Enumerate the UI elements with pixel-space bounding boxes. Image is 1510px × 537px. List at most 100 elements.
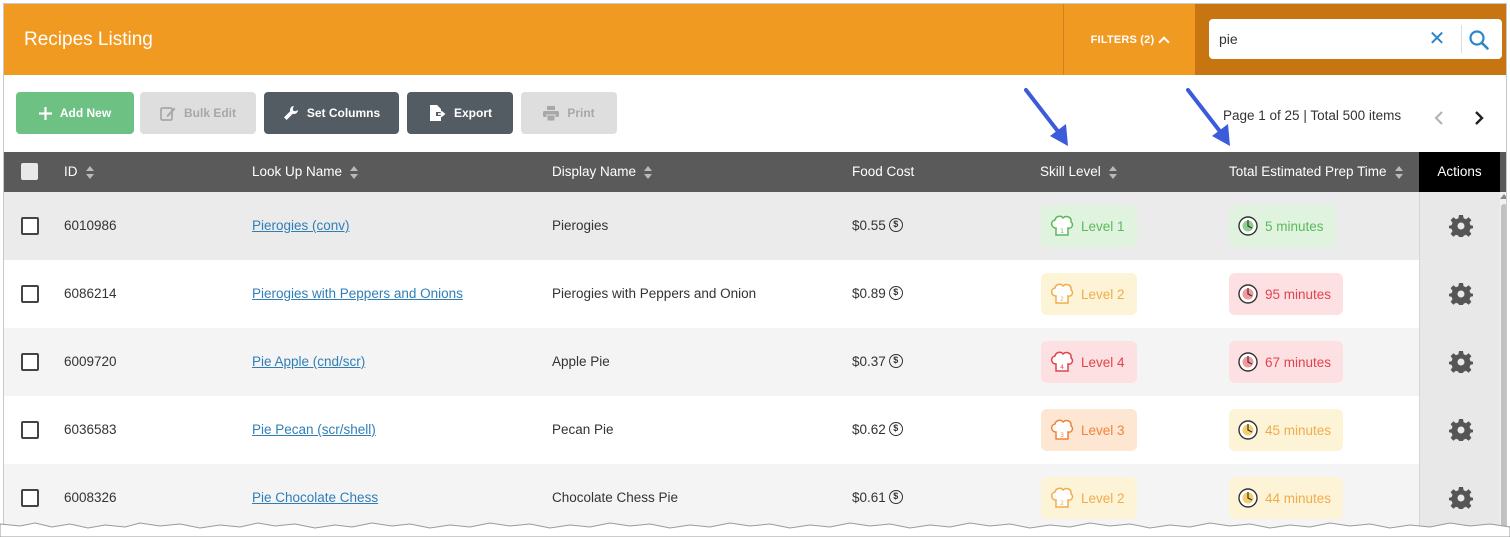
dollar-icon: $ xyxy=(888,217,903,232)
gear-icon[interactable] xyxy=(1449,350,1473,374)
food-cost-value: $0.37 xyxy=(852,354,886,369)
table-row: 6010986 Pierogies (conv) Pierogies $0.55… xyxy=(4,192,1419,260)
clock-icon xyxy=(1238,284,1258,304)
svg-text:1: 1 xyxy=(1060,228,1064,235)
vertical-scrollbar[interactable] xyxy=(1500,192,1506,533)
export-label: Export xyxy=(453,106,492,120)
torn-edge xyxy=(0,522,1510,537)
column-header-food-cost: Food Cost xyxy=(852,152,914,192)
gear-icon[interactable] xyxy=(1449,282,1473,306)
header-bar: Recipes Listing FILTERS (2) ✕ xyxy=(4,4,1506,75)
row-checkbox[interactable] xyxy=(21,353,39,371)
add-new-button[interactable]: Add New xyxy=(16,92,134,134)
skill-label: Level 1 xyxy=(1081,218,1125,234)
search-box: ✕ xyxy=(1209,19,1502,59)
cell-lookup-link[interactable]: Pie Apple (cnd/scr) xyxy=(252,328,365,396)
column-header-prep-label: Total Estimated Prep Time xyxy=(1229,164,1387,179)
app-window: Recipes Listing FILTERS (2) ✕ Add New xyxy=(3,3,1507,534)
prep-label: 95 minutes xyxy=(1265,286,1332,302)
row-checkbox[interactable] xyxy=(21,285,39,303)
prep-label: 5 minutes xyxy=(1265,218,1324,234)
skill-badge: 2 Level 2 xyxy=(1041,477,1137,519)
chef-hat-icon: 4 xyxy=(1051,351,1074,372)
filters-label: FILTERS (2) xyxy=(1090,33,1155,46)
gear-icon[interactable] xyxy=(1449,486,1473,510)
column-header-actions: Actions xyxy=(1419,152,1500,192)
column-header-prep[interactable]: Total Estimated Prep Time xyxy=(1229,152,1404,192)
dollar-icon: $ xyxy=(888,285,903,300)
scrollbar-thumb[interactable] xyxy=(1501,204,1506,533)
column-header-display-label: Display Name xyxy=(552,164,637,179)
cell-display: Pierogies xyxy=(552,218,609,233)
chef-hat-icon: 1 xyxy=(1051,215,1074,236)
chef-hat-icon: 2 xyxy=(1051,487,1074,508)
food-cost-value: $0.55 xyxy=(852,218,886,233)
cell-id: 6036583 xyxy=(64,422,117,437)
chef-hat-icon: 2 xyxy=(1051,283,1074,304)
select-all-checkbox[interactable] xyxy=(21,163,38,180)
cell-lookup-link[interactable]: Pierogies with Peppers and Onions xyxy=(252,260,463,328)
table-header: ID Look Up Name Display Name Food Cost S… xyxy=(4,152,1506,192)
export-icon xyxy=(429,105,446,121)
svg-text:4: 4 xyxy=(1060,364,1064,371)
search-divider xyxy=(1461,25,1462,53)
sort-icon xyxy=(1394,165,1404,179)
search-icon[interactable] xyxy=(1468,29,1490,51)
actions-column xyxy=(1419,192,1500,533)
toolbar: Add New Bulk Edit Set Columns Export Pri… xyxy=(4,75,1506,152)
skill-label: Level 4 xyxy=(1081,354,1125,370)
dollar-icon: $ xyxy=(888,421,903,436)
filters-toggle[interactable]: FILTERS (2) xyxy=(1063,4,1195,75)
sort-icon xyxy=(644,165,653,179)
column-header-lookup[interactable]: Look Up Name xyxy=(252,152,359,192)
row-checkbox[interactable] xyxy=(21,489,39,507)
chevron-right-icon[interactable] xyxy=(1471,110,1487,126)
cell-lookup-link[interactable]: Pie Pecan (scr/shell) xyxy=(252,396,376,464)
search-input[interactable] xyxy=(1219,19,1419,59)
table-row: 6036583 Pie Pecan (scr/shell) Pecan Pie … xyxy=(4,396,1419,464)
cell-display: Pecan Pie xyxy=(552,422,614,437)
skill-label: Level 2 xyxy=(1081,286,1125,302)
export-button[interactable]: Export xyxy=(407,92,513,134)
plus-icon xyxy=(38,106,52,120)
scroll-up-icon[interactable] xyxy=(1500,194,1506,199)
cell-food-cost: $0.37 $ xyxy=(852,328,903,396)
row-checkbox[interactable] xyxy=(21,217,39,235)
column-header-display[interactable]: Display Name xyxy=(552,152,653,192)
set-columns-button[interactable]: Set Columns xyxy=(264,92,399,134)
cell-lookup-link[interactable]: Pierogies (conv) xyxy=(252,192,350,260)
prep-badge: 45 minutes xyxy=(1229,409,1344,451)
table-row: 6086214 Pierogies with Peppers and Onion… xyxy=(4,260,1419,328)
food-cost-value: $0.89 xyxy=(852,286,886,301)
table-row: 6009720 Pie Apple (cnd/scr) Apple Pie $0… xyxy=(4,328,1419,396)
svg-text:2: 2 xyxy=(1060,296,1064,303)
food-cost-value: $0.62 xyxy=(852,422,886,437)
cell-food-cost: $0.62 $ xyxy=(852,396,903,464)
clock-icon xyxy=(1238,352,1258,372)
close-icon[interactable]: ✕ xyxy=(1426,28,1448,50)
column-header-skill[interactable]: Skill Level xyxy=(1040,152,1118,192)
bulk-edit-button[interactable]: Bulk Edit xyxy=(140,92,256,134)
sort-icon xyxy=(85,165,95,179)
row-checkbox[interactable] xyxy=(21,421,39,439)
clock-icon xyxy=(1238,420,1258,440)
gear-icon[interactable] xyxy=(1449,418,1473,442)
page-title: Recipes Listing xyxy=(24,29,153,50)
column-header-id[interactable]: ID xyxy=(64,152,95,192)
print-button[interactable]: Print xyxy=(521,92,617,134)
prep-badge: 95 minutes xyxy=(1229,273,1344,315)
prep-badge: 5 minutes xyxy=(1229,205,1336,247)
cell-id: 6010986 xyxy=(64,218,117,233)
printer-icon xyxy=(543,105,560,121)
gear-icon[interactable] xyxy=(1449,214,1473,238)
print-label: Print xyxy=(567,106,595,120)
skill-label: Level 2 xyxy=(1081,490,1125,506)
prep-label: 44 minutes xyxy=(1265,490,1332,506)
column-header-food-cost-label: Food Cost xyxy=(852,164,915,179)
chevron-left-icon[interactable] xyxy=(1432,110,1448,126)
cell-id: 6009720 xyxy=(64,354,117,369)
column-header-id-label: ID xyxy=(64,164,78,179)
clock-icon xyxy=(1238,488,1258,508)
skill-badge: 4 Level 4 xyxy=(1041,341,1137,383)
prep-badge: 67 minutes xyxy=(1229,341,1344,383)
